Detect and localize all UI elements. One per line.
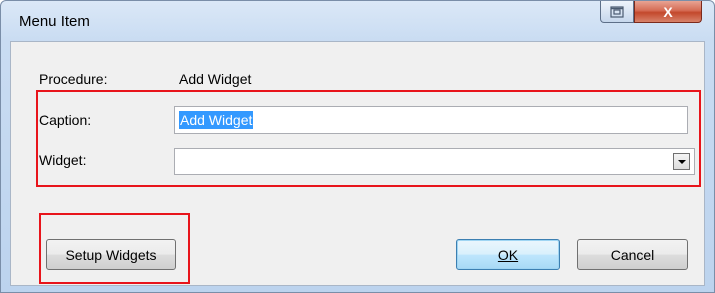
restore-button[interactable] (600, 1, 634, 23)
cancel-button[interactable]: Cancel (577, 239, 688, 270)
close-icon: X (663, 3, 673, 20)
restore-icon (610, 5, 624, 18)
procedure-value: Add Widget (179, 71, 252, 87)
procedure-label: Procedure: (39, 71, 108, 87)
title-bar[interactable]: Menu Item X (1, 1, 714, 41)
window-title: Menu Item (19, 13, 90, 30)
highlight-box-fields (36, 90, 701, 187)
ok-button[interactable]: OK (456, 239, 560, 270)
highlight-box-setup-widgets (39, 213, 190, 284)
close-button[interactable]: X (634, 1, 702, 23)
cancel-label: Cancel (610, 246, 655, 263)
ok-label: OK (497, 246, 519, 263)
